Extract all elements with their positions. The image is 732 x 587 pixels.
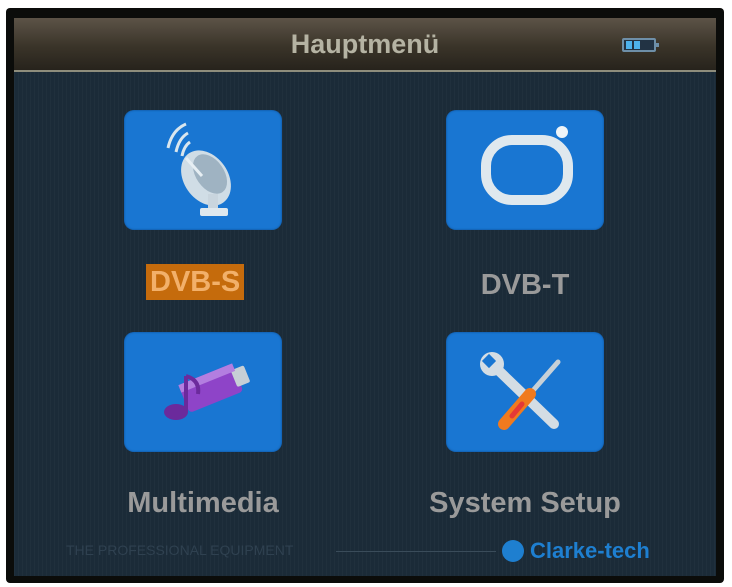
menu-label-dvb-t[interactable]: DVB-T xyxy=(462,267,588,303)
footer-tagline: THE PROFESSIONAL EQUIPMENT xyxy=(66,542,294,558)
menu-item-dvb-s[interactable] xyxy=(124,110,282,230)
menu-label-system-setup[interactable]: System Setup xyxy=(406,485,644,521)
satellite-dish-icon xyxy=(166,122,231,216)
menu-item-system-setup[interactable] xyxy=(446,332,604,452)
battery-icon xyxy=(622,38,659,52)
footer-divider xyxy=(336,551,496,552)
menu-label-dvb-s[interactable]: DVB-S xyxy=(146,264,245,300)
tv-icon xyxy=(481,126,573,205)
menu-item-multimedia[interactable] xyxy=(124,332,282,452)
title-divider xyxy=(14,70,716,72)
brand-logo-icon xyxy=(502,540,524,562)
menu-item-dvb-t[interactable] xyxy=(446,110,604,230)
menu-label-multimedia[interactable]: Multimedia xyxy=(110,485,296,521)
page-title: Hauptmenü xyxy=(290,29,440,59)
tools-icon xyxy=(480,352,561,430)
screen: Hauptmenü DVB-S DVB-T Multimedia System … xyxy=(14,18,716,576)
music-icon xyxy=(164,363,250,420)
brand-name: Clarke-tech xyxy=(530,538,650,563)
